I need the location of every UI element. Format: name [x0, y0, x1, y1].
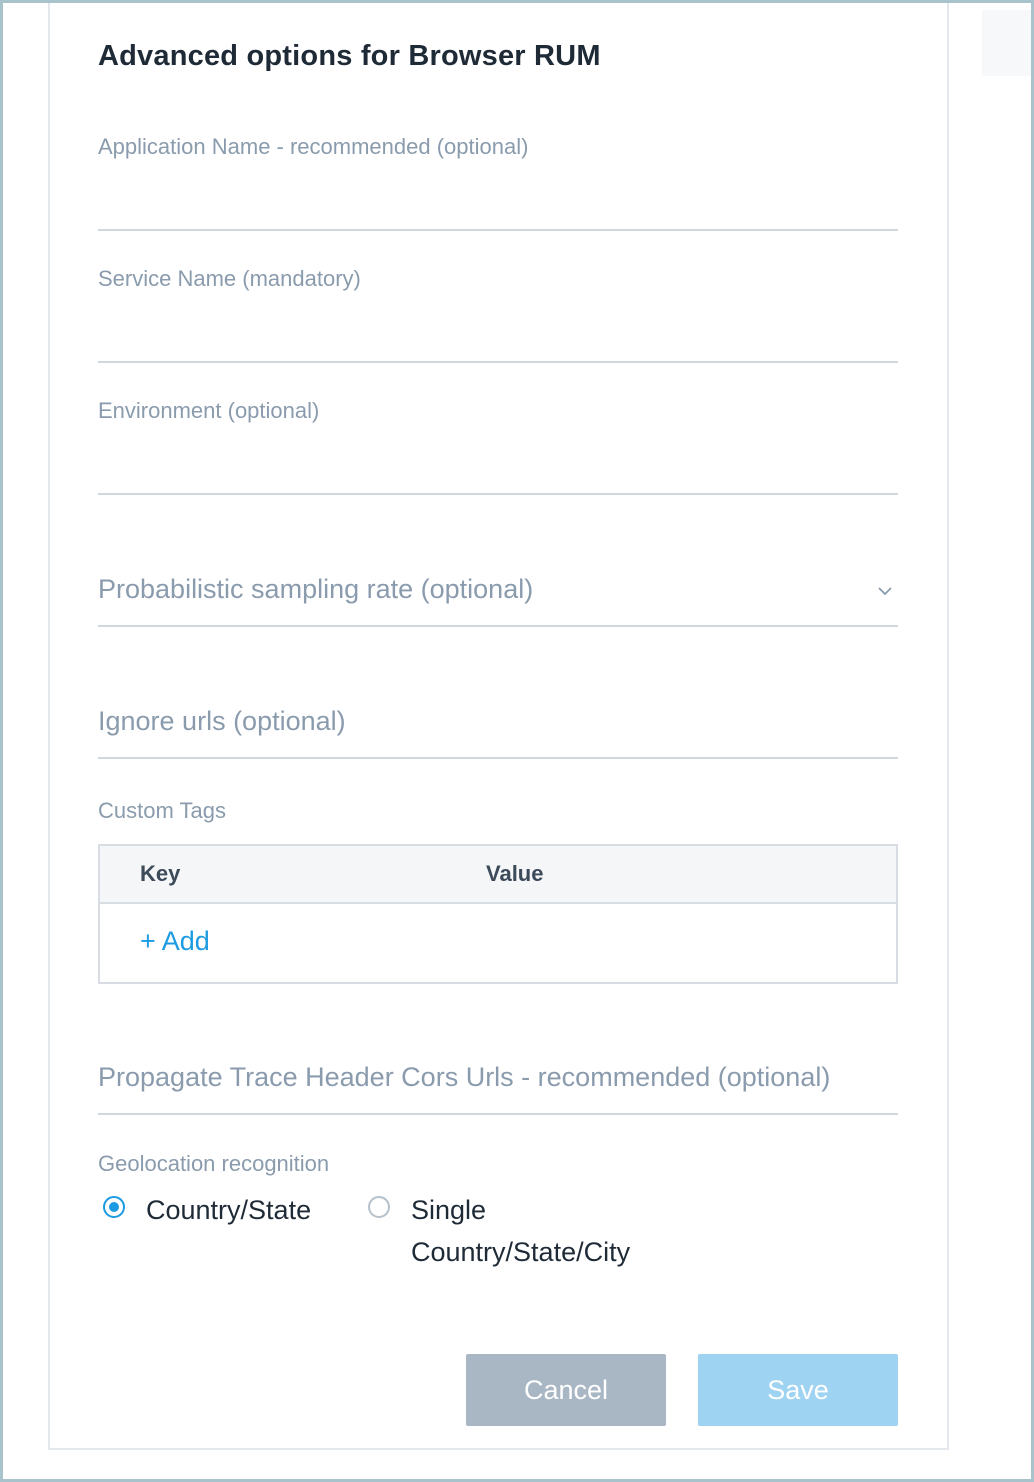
application-name-underline [98, 229, 898, 231]
add-tag-button[interactable]: + Add [140, 926, 210, 957]
single-option-label-line2[interactable]: Country/State/City [411, 1231, 630, 1273]
ignore-urls-underline [98, 757, 898, 759]
custom-tags-header: Key Value [100, 846, 896, 904]
application-name-input[interactable] [98, 184, 898, 224]
single-option-label-line1[interactable]: Single [411, 1189, 486, 1231]
custom-tags-table: Key Value + Add [98, 844, 898, 984]
key-column-header: Key [140, 861, 181, 886]
service-name-underline [98, 361, 898, 363]
propagate-cors-urls-underline [98, 1113, 898, 1115]
ignore-urls-input[interactable]: Ignore urls (optional) [98, 706, 898, 737]
geolocation-label: Geolocation recognition [98, 1151, 330, 1176]
sampling-rate-select[interactable]: Probabilistic sampling rate (optional) [98, 574, 858, 605]
chevron-down-icon[interactable] [876, 582, 894, 600]
propagate-cors-urls-input[interactable]: Propagate Trace Header Cors Urls - recom… [98, 1062, 898, 1093]
dialog-title: Advanced options for Browser RUM [98, 40, 601, 72]
background-panel-edge [982, 10, 1031, 76]
country-state-option-label[interactable]: Country/State [146, 1189, 311, 1231]
custom-tags-label: Custom Tags [98, 798, 226, 823]
country-state-radio[interactable] [103, 1196, 125, 1218]
cancel-button[interactable]: Cancel [466, 1354, 666, 1426]
service-name-input[interactable] [98, 316, 898, 356]
environment-input[interactable] [98, 448, 898, 488]
environment-label: Environment (optional) [98, 398, 320, 423]
single-country-state-city-radio[interactable] [368, 1196, 390, 1218]
value-column-header: Value [486, 861, 544, 886]
sampling-rate-underline [98, 625, 898, 627]
application-name-label: Application Name - recommended (optional… [98, 134, 529, 159]
service-name-label: Service Name (mandatory) [98, 266, 361, 291]
save-button[interactable]: Save [698, 1354, 898, 1426]
environment-underline [98, 493, 898, 495]
